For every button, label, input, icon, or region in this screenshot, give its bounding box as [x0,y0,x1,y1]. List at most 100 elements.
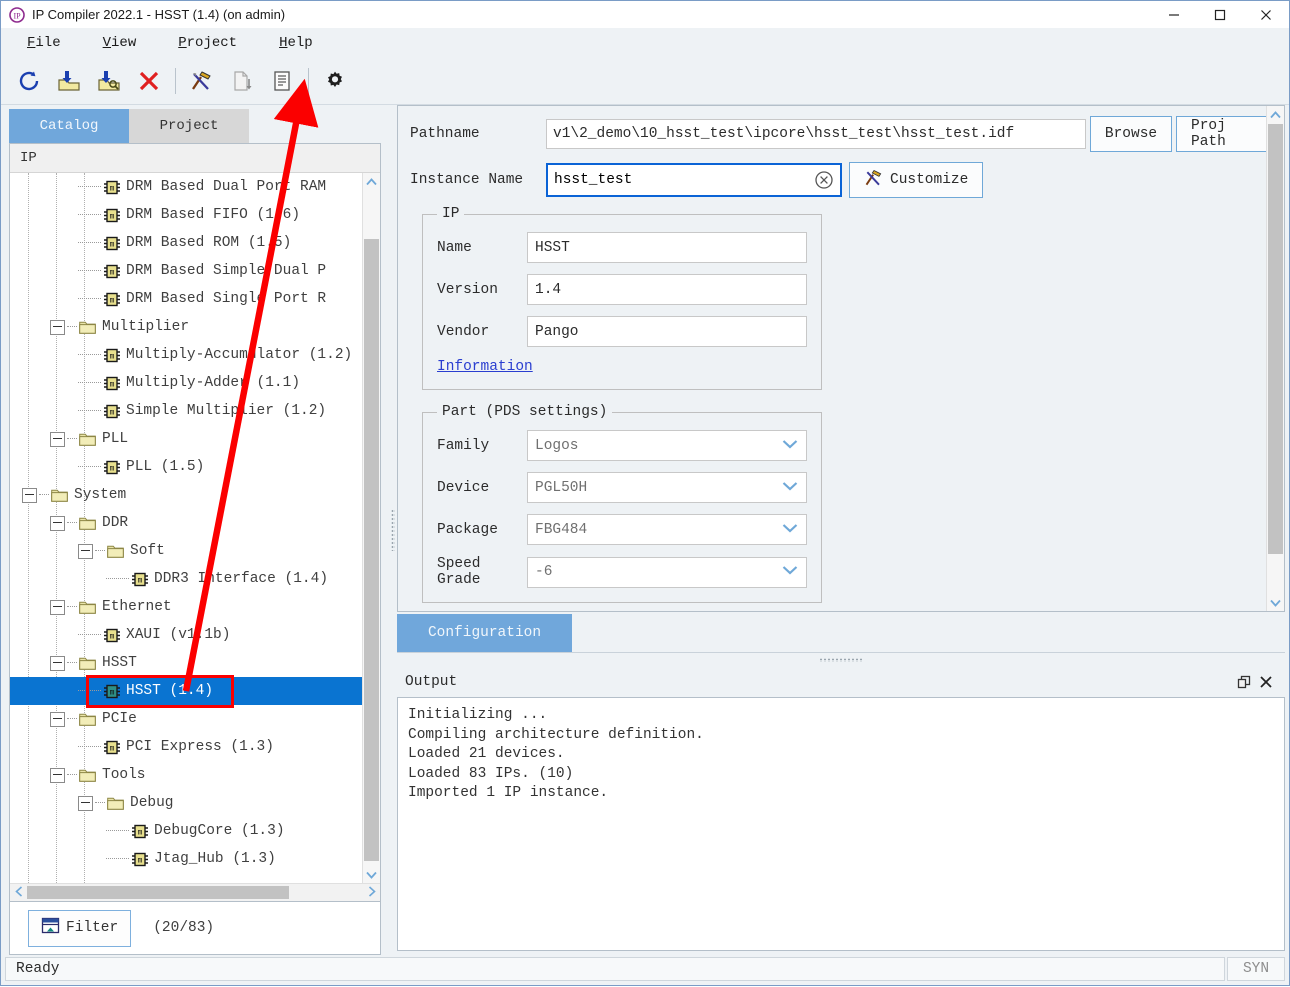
menu-bar: File View Project Help [1,28,1289,58]
tree-item[interactable]: Multiplier [10,313,363,341]
ip-core-icon: m [103,740,120,755]
collapse-toggle-icon[interactable] [50,431,65,447]
tree-item[interactable]: System [10,481,363,509]
find-import-ip-icon[interactable] [89,62,129,100]
part-device-combo[interactable]: PGL50H [527,472,807,503]
generate-icon[interactable] [222,62,262,100]
instance-name-row: Instance Name hsst_test Customize [410,162,1267,198]
delete-icon[interactable] [129,62,169,100]
collapse-toggle-icon[interactable] [50,515,65,531]
tree-item[interactable]: Tools [10,761,363,789]
horizontal-splitter[interactable] [397,653,1285,667]
information-link[interactable]: Information [437,359,533,375]
menu-project[interactable]: Project [166,32,249,54]
tree-connector [78,270,101,272]
tree-item[interactable]: m PLL (1.5) [10,453,363,481]
tree-item[interactable]: m Multiply-Adder (1.1) [10,369,363,397]
browse-button[interactable]: Browse [1090,116,1172,152]
output-log[interactable]: Initializing ... Compiling architecture … [397,697,1285,951]
title-bar: IP IP Compiler 2022.1 - HSST (1.4) (on a… [1,1,1289,28]
collapse-toggle-icon[interactable] [50,767,65,783]
tree-hscroll-thumb[interactable] [27,886,289,899]
tree-item[interactable]: m DRM Based FIFO (1.6) [10,201,363,229]
minimize-button[interactable] [1151,1,1197,28]
menu-help[interactable]: Help [267,32,325,54]
tree-item[interactable]: HSST [10,649,363,677]
tree-item[interactable]: m Multiply-Accumulator (1.2) [10,341,363,369]
ip-name-row: Name HSST [437,232,807,263]
scroll-right-arrow[interactable] [363,885,380,900]
tab-configuration[interactable]: Configuration [397,614,572,652]
part-package-combo[interactable]: FBG484 [527,514,807,545]
tree-item[interactable]: m XAUI (v1.1b) [10,621,363,649]
config-vertical-scrollbar[interactable] [1266,106,1284,611]
tab-catalog[interactable]: Catalog [9,109,129,143]
proj-path-button[interactable]: Proj Path [1176,116,1267,152]
report-icon[interactable] [262,62,302,100]
tree-item[interactable]: PLL [10,425,363,453]
tree-item[interactable]: m Jtag_Hub (1.3) [10,845,363,873]
clear-circle-x-icon[interactable] [814,170,834,190]
tab-project[interactable]: Project [129,109,249,143]
part-speed-grade-combo[interactable]: -6 [527,556,807,588]
ip-tree-list[interactable]: m DRM Based Dual Port RAM m DRM Based FIFO … [10,173,363,883]
collapse-toggle-icon[interactable] [50,655,65,671]
output-panel: Output Initializing ... Compiling archit… [397,667,1285,951]
tree-horizontal-scrollbar[interactable] [10,883,380,901]
output-header: Output [397,667,1285,697]
customize-button[interactable]: Customize [849,162,984,198]
refresh-icon[interactable] [9,62,49,100]
folder-icon [79,656,96,670]
collapse-toggle-icon[interactable] [50,599,65,615]
tree-item[interactable]: Debug [10,789,363,817]
tree-scroll-thumb[interactable] [364,239,379,861]
pathname-input[interactable]: v1\2_demo\10_hsst_test\ipcore\hsst_test\… [546,119,1086,149]
ip-vendor-input[interactable]: Pango [527,316,807,347]
collapse-toggle-icon[interactable] [50,319,65,335]
close-icon[interactable] [1255,671,1277,693]
tree-item[interactable]: m DDR3 Interface (1.4) [10,565,363,593]
config-scroll-down-arrow[interactable] [1267,594,1284,611]
menu-file[interactable]: File [15,32,73,54]
part-group: Part (PDS settings) Family Logos Device … [422,404,822,603]
collapse-toggle-icon[interactable] [22,487,37,503]
scroll-left-arrow[interactable] [10,885,27,900]
close-button[interactable] [1243,1,1289,28]
tree-item[interactable]: Soft [10,537,363,565]
tab-project-label: Project [159,118,219,134]
tree-item[interactable]: DDR [10,509,363,537]
tree-item[interactable]: m DRM Based ROM (1.5) [10,229,363,257]
tree-item[interactable]: m Simple Multiplier (1.2) [10,397,363,425]
ip-tree-body[interactable]: m DRM Based Dual Port RAM m DRM Based FIFO … [10,173,380,883]
tree-item-selected[interactable]: m HSST (1.4) [10,677,363,705]
ip-version-input[interactable]: 1.4 [527,274,807,305]
import-ip-icon[interactable] [49,62,89,100]
tree-item[interactable]: m DRM Based Simple Dual P [10,257,363,285]
undock-icon[interactable] [1233,671,1255,693]
menu-view[interactable]: View [91,32,149,54]
collapse-toggle-icon[interactable] [78,543,93,559]
tree-item[interactable]: m PCI Express (1.3) [10,733,363,761]
config-scroll-up-arrow[interactable] [1267,106,1284,123]
tree-item[interactable]: m DRM Based Dual Port RAM [10,173,363,201]
tree-vertical-scrollbar[interactable] [362,173,380,883]
part-family-combo[interactable]: Logos [527,430,807,461]
customize-tools-icon[interactable] [182,62,222,100]
scroll-down-arrow[interactable] [363,866,380,883]
config-scroll-thumb[interactable] [1268,124,1283,554]
settings-gear-icon[interactable] [315,62,355,100]
collapse-toggle-icon[interactable] [78,795,93,811]
configuration-tabstrip: Configuration [397,614,1285,653]
filter-button[interactable]: Filter [28,909,132,947]
scroll-up-arrow[interactable] [363,173,380,190]
tree-item[interactable]: PCIe [10,705,363,733]
tree-item[interactable]: m DRM Based Single Port R [10,285,363,313]
vertical-splitter[interactable] [389,105,397,955]
tree-item[interactable]: Ethernet [10,593,363,621]
tree-item[interactable]: m DebugCore (1.3) [10,817,363,845]
tree-item-content: m DRM Based Dual Port RAM [10,179,326,195]
collapse-toggle-icon[interactable] [50,711,65,727]
ip-name-input[interactable]: HSST [527,232,807,263]
instance-name-input[interactable]: hsst_test [546,163,842,197]
maximize-button[interactable] [1197,1,1243,28]
